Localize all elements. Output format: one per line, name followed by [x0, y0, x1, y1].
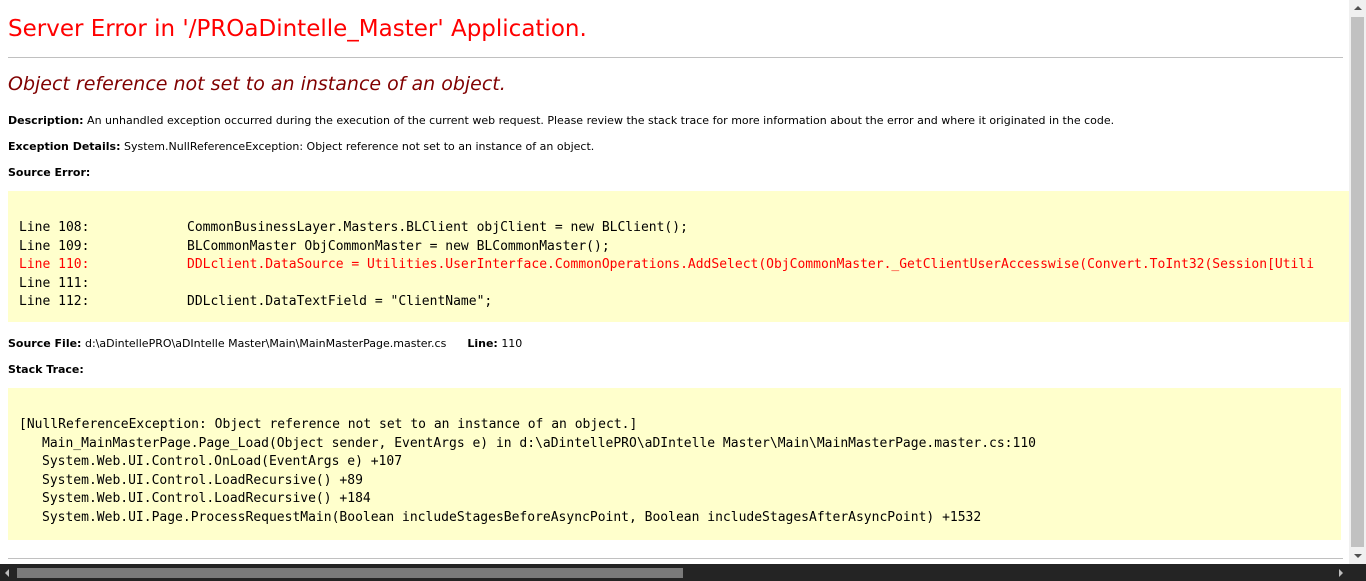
divider	[8, 57, 1343, 58]
page-title: Server Error in '/PROaDintelle_Master' A…	[8, 16, 587, 42]
horizontal-scrollbar[interactable]	[0, 564, 1366, 581]
arrow-down-icon[interactable]	[1349, 547, 1366, 564]
source-line-value: 110	[501, 337, 523, 350]
line-number: Line 112:	[19, 294, 90, 309]
stack-frame: System.Web.UI.Control.LoadRecursive() +8…	[42, 472, 363, 488]
stack-trace-heading: Stack Trace:	[8, 363, 84, 376]
line-number: Line 109:	[19, 238, 90, 254]
source-file-label: Source File:	[8, 337, 82, 350]
horizontal-scroll-thumb[interactable]	[17, 568, 683, 578]
line-number: Line 108:	[19, 220, 90, 235]
exception-details-text: System.NullReferenceException: Object re…	[123, 140, 595, 153]
description-label: Description:	[8, 114, 84, 127]
source-code-line: Line 108: CommonBusinessLayer.Masters.BLC…	[19, 219, 1314, 238]
description: Description: An unhandled exception occu…	[8, 114, 1114, 127]
exception-details-label: Exception Details:	[8, 140, 121, 153]
stack-trace-code: [NullReferenceException: Object referenc…	[8, 388, 1341, 540]
arrow-right-icon[interactable]	[1339, 569, 1343, 577]
stack-frame: System.Web.UI.Page.ProcessRequestMain(Bo…	[42, 509, 982, 525]
source-error-label: Source Error:	[8, 166, 91, 179]
scrollbar-corner	[1349, 564, 1366, 581]
line-code: CommonBusinessLayer.Masters.BLClient obj…	[187, 220, 688, 235]
stack-frame: Main_MainMasterPage.Page_Load(Object sen…	[42, 435, 1036, 451]
stack-frame: System.Web.UI.Control.OnLoad(EventArgs e…	[42, 454, 403, 469]
source-code-line: Line 109: BLCommonMaster ObjCommonMaster …	[19, 238, 1314, 257]
exception-details: Exception Details: System.NullReferenceE…	[8, 140, 594, 153]
source-line-label: Line:	[467, 337, 498, 350]
line-number: Line 111:	[19, 275, 90, 291]
vertical-scrollbar[interactable]	[1349, 0, 1366, 564]
source-file-info: Source File: d:\aDintellePRO\aDIntelle M…	[8, 337, 522, 350]
source-code-line: Line 112: DDLclient.DataTextField = "Clie…	[19, 293, 1314, 312]
vertical-scroll-thumb[interactable]	[1351, 17, 1364, 547]
line-code: DDLclient.DataSource = Utilities.UserInt…	[187, 257, 1315, 272]
stack-trace-header: [NullReferenceException: Object referenc…	[19, 417, 638, 432]
source-file-path: d:\aDintellePRO\aDIntelle Master\Main\Ma…	[84, 337, 447, 350]
arrow-left-icon[interactable]	[5, 569, 9, 577]
divider	[8, 558, 1343, 559]
stack-frame: System.Web.UI.Control.LoadRecursive() +1…	[42, 491, 371, 506]
line-number: Line 110:	[19, 257, 90, 272]
description-text: An unhandled exception occurred during t…	[87, 114, 1115, 127]
line-code: DDLclient.DataTextField = "ClientName";	[187, 294, 493, 309]
source-code-line: Line 111:	[19, 275, 1314, 294]
source-error-code: Line 108: CommonBusinessLayer.Masters.BLC…	[8, 191, 1366, 322]
source-code-line: Line 110: DDLclient.DataSource = Utilitie…	[19, 256, 1314, 275]
arrow-up-icon[interactable]	[1349, 0, 1366, 17]
error-message: Object reference not set to an instance …	[8, 73, 506, 95]
line-code: BLCommonMaster ObjCommonMaster = new BLC…	[187, 238, 610, 254]
stack-trace-label: Stack Trace:	[8, 363, 84, 376]
source-error-heading: Source Error:	[8, 166, 90, 179]
